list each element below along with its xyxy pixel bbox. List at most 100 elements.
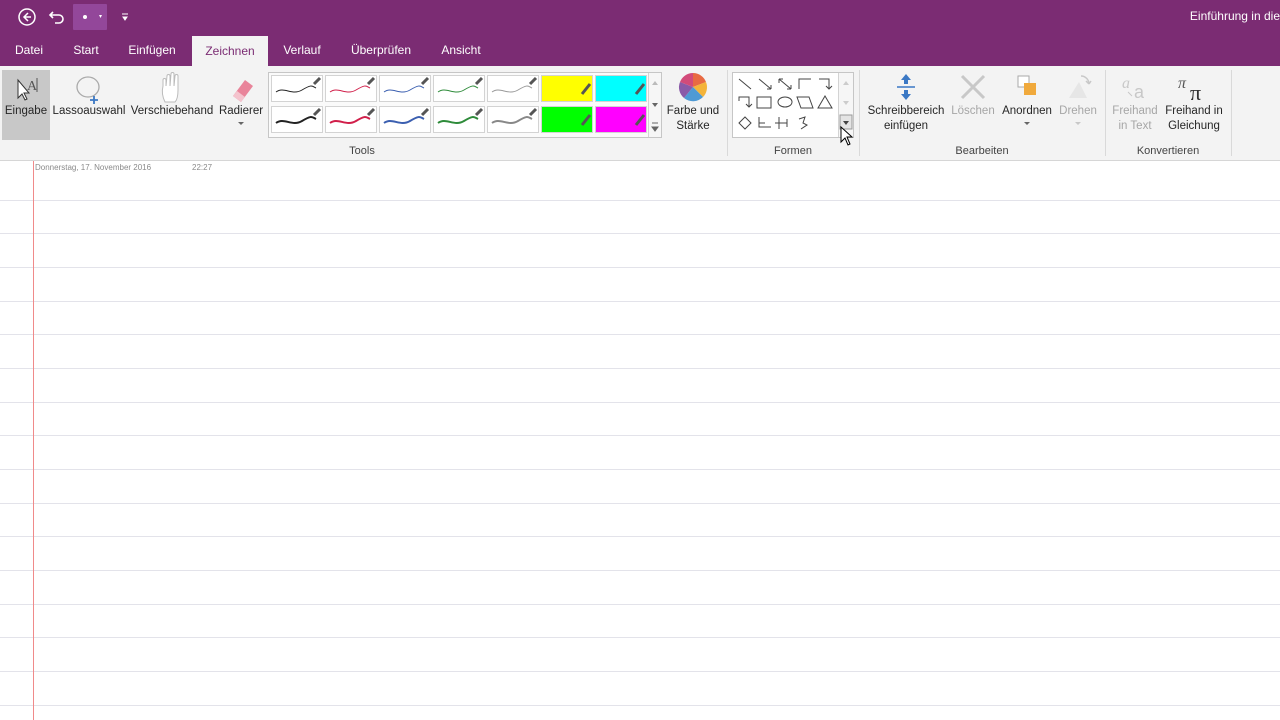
- input-tool-button[interactable]: A Eingabe: [2, 70, 50, 140]
- svg-text:A: A: [27, 79, 38, 94]
- eraser-dropdown-icon: [238, 122, 244, 125]
- ribbon-tabs: Datei Start Einfügen Zeichnen Verlauf Üb…: [0, 34, 1280, 66]
- arrange-button[interactable]: Anordnen: [998, 70, 1056, 140]
- pen-red-thick-icon: [329, 107, 376, 124]
- delete-button[interactable]: Löschen: [948, 70, 998, 140]
- window-title: Einführung in die: [1189, 9, 1280, 23]
- rule-line: [0, 570, 1280, 571]
- insert-space-label-1: Schreibbereich: [867, 105, 945, 117]
- eraser-button[interactable]: Radierer: [218, 70, 264, 140]
- svg-text:a: a: [1134, 82, 1145, 102]
- pen-red-thick[interactable]: [325, 106, 377, 133]
- shapes-grid-icon[interactable]: [733, 73, 839, 137]
- rule-line: [0, 301, 1280, 302]
- highlighter-cyan-icon: [634, 83, 646, 95]
- ink-to-text-button[interactable]: a a Freihand in Text: [1108, 70, 1162, 140]
- eraser-label: Radierer: [218, 105, 264, 117]
- pen-green-thin[interactable]: [433, 75, 485, 102]
- pen-green-thick[interactable]: [433, 106, 485, 133]
- arrange-label: Anordnen: [1002, 105, 1052, 117]
- title-bar: Einführung in die: [0, 0, 1280, 34]
- more-pens-icon: [651, 122, 659, 132]
- highlighter-green[interactable]: [541, 106, 593, 133]
- rule-line: [0, 604, 1280, 605]
- highlighter-yellow[interactable]: [541, 75, 593, 102]
- text-cursor-icon: A: [17, 78, 38, 101]
- shapes-gallery: [732, 72, 854, 138]
- pen-blue-thick-icon: [383, 107, 430, 124]
- pen-green-thick-icon: [437, 107, 484, 124]
- insert-space-button[interactable]: Schreibbereich einfügen: [864, 70, 948, 140]
- ink-to-math-button[interactable]: π π Freihand in Gleichung: [1162, 70, 1226, 140]
- pan-hand-button[interactable]: Verschiebehand: [128, 70, 216, 140]
- tab-start[interactable]: Start: [62, 34, 110, 66]
- color-thickness-button[interactable]: Farbe und Stärke: [664, 70, 722, 140]
- rule-line: [0, 267, 1280, 268]
- svg-text:π: π: [1190, 80, 1201, 104]
- dock-dropdown-icon: [83, 15, 102, 19]
- pen-black-thin-icon: [275, 76, 322, 93]
- insert-space-label-2: einfügen: [883, 120, 929, 132]
- pen-blue-thin[interactable]: [379, 75, 431, 102]
- margin-line: [33, 161, 34, 720]
- rule-line: [0, 435, 1280, 436]
- arrange-icon: [1017, 75, 1036, 95]
- rule-line: [0, 536, 1280, 537]
- rule-line: [0, 705, 1280, 706]
- tab-ueberpruefen[interactable]: Überprüfen: [342, 34, 420, 66]
- customize-icon: [122, 13, 128, 21]
- customize-toolbar-button[interactable]: [114, 6, 136, 28]
- rotate-button[interactable]: Drehen: [1056, 70, 1100, 140]
- undo-icon: [48, 11, 64, 24]
- dock-button[interactable]: [73, 4, 107, 30]
- separator: [859, 70, 860, 156]
- pen-black-thick[interactable]: [271, 106, 323, 133]
- highlighter-magenta-icon: [634, 114, 646, 126]
- insert-space-icon: [897, 74, 915, 100]
- pen-blue-thick[interactable]: [379, 106, 431, 133]
- page-date: Donnerstag, 17. November 2016: [35, 163, 152, 172]
- ribbon: A Eingabe Lassoauswahl Verschiebehand Ra…: [0, 66, 1280, 161]
- scroll-down-icon: [652, 103, 658, 107]
- tab-zeichnen[interactable]: Zeichnen: [192, 36, 268, 66]
- arrange-dropdown-icon: [1024, 122, 1030, 125]
- note-page[interactable]: Donnerstag, 17. November 2016 22:27: [0, 161, 1280, 720]
- tools-group-label: Tools: [349, 145, 375, 157]
- pen-gray-thick[interactable]: [487, 106, 539, 133]
- svg-text:π: π: [1178, 75, 1187, 92]
- color-thickness-label-1: Farbe und: [666, 105, 720, 117]
- pen-gray-thin[interactable]: [487, 75, 539, 102]
- tab-verlauf[interactable]: Verlauf: [276, 34, 328, 66]
- pen-black-thick-icon: [275, 107, 322, 124]
- highlighter-magenta[interactable]: [595, 106, 647, 133]
- pen-gray-thin-icon: [491, 76, 538, 93]
- rule-line: [0, 671, 1280, 672]
- ink-to-math-label-1: Freihand in: [1165, 105, 1223, 117]
- highlighter-cyan[interactable]: [595, 75, 647, 102]
- separator: [1105, 70, 1106, 156]
- undo-button[interactable]: [46, 6, 68, 28]
- back-button[interactable]: [16, 6, 38, 28]
- shapes-group-label: Formen: [774, 145, 812, 157]
- color-thickness-label-2: Stärke: [676, 120, 710, 132]
- tab-ansicht[interactable]: Ansicht: [432, 34, 490, 66]
- lasso-select-button[interactable]: Lassoauswahl: [52, 70, 126, 140]
- highlighter-green-icon: [580, 114, 592, 126]
- rule-line: [0, 402, 1280, 403]
- rotate-dropdown-icon: [1075, 122, 1081, 125]
- tab-datei[interactable]: Datei: [6, 34, 52, 66]
- rotate-icon: [1069, 75, 1092, 98]
- pen-red-thin[interactable]: [325, 75, 377, 102]
- color-wheel-icon: [678, 73, 708, 102]
- page-time: 22:27: [192, 163, 213, 172]
- eraser-icon: [233, 80, 253, 102]
- ink-to-text-icon: a a: [1122, 75, 1145, 102]
- rule-line: [0, 233, 1280, 234]
- rule-line: [0, 469, 1280, 470]
- tab-einfuegen[interactable]: Einfügen: [120, 34, 184, 66]
- pen-black-thin[interactable]: [271, 75, 323, 102]
- ink-to-math-label-2: Gleichung: [1168, 120, 1220, 132]
- pens-gallery-scroll[interactable]: [648, 73, 661, 137]
- delete-label: Löschen: [951, 105, 995, 117]
- delete-x-icon: [960, 74, 986, 100]
